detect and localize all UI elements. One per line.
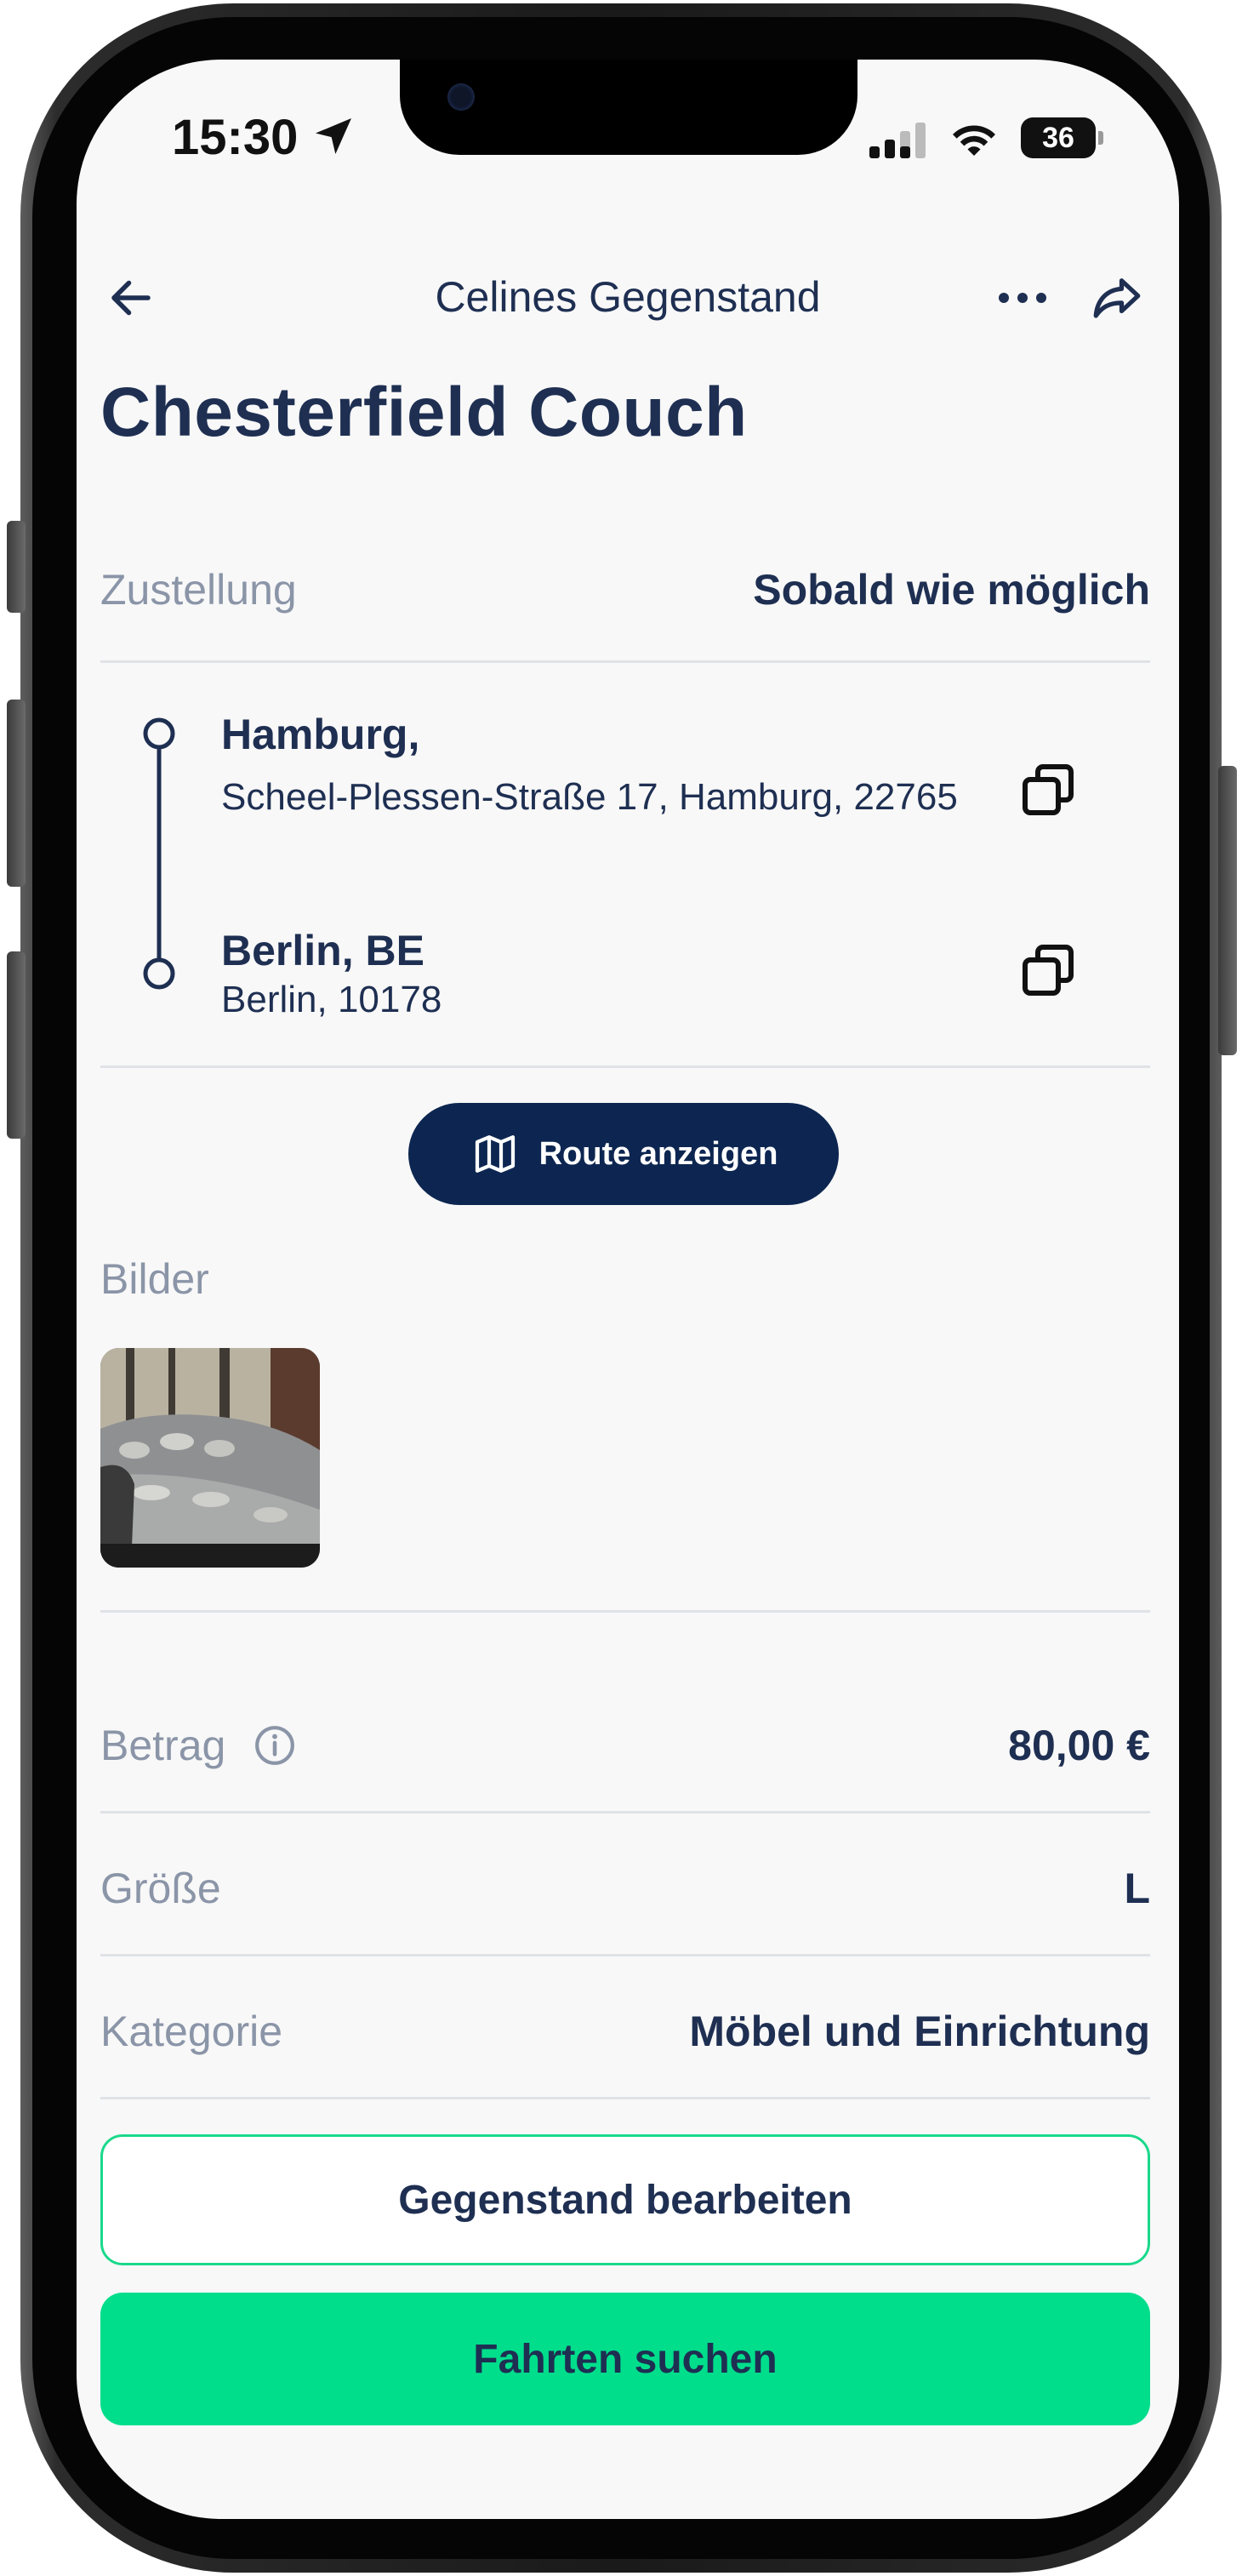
origin-city: Hamburg, [221, 711, 420, 758]
more-options-icon[interactable] [995, 283, 1050, 313]
share-icon[interactable] [1087, 269, 1147, 325]
info-icon[interactable] [254, 1724, 296, 1767]
divider [100, 660, 1150, 663]
side-button-volume-up [7, 700, 26, 887]
category-label: Kategorie [100, 2008, 283, 2055]
category-value: Möbel und Einrichtung [689, 2008, 1150, 2055]
side-button-power [1218, 766, 1237, 1055]
copy-icon[interactable] [1017, 759, 1079, 820]
item-image-thumbnail[interactable] [100, 1348, 320, 1568]
couch-photo [100, 1348, 320, 1568]
delivery-label: Zustellung [100, 566, 297, 614]
side-button-volume-down [7, 951, 26, 1139]
signal-icon [869, 123, 926, 158]
search-rides-label: Fahrten suchen [473, 2336, 778, 2382]
divider [100, 2097, 1150, 2099]
amount-label: Betrag [100, 1722, 226, 1769]
divider [100, 1065, 1150, 1068]
battery-icon: 36 [1021, 117, 1096, 158]
images-label: Bilder [100, 1255, 209, 1303]
delivery-value: Sobald wie möglich [753, 566, 1150, 614]
show-route-label: Route anzeigen [538, 1135, 778, 1172]
amount-value: 80,00 € [1008, 1722, 1150, 1769]
size-value: L [1124, 1865, 1150, 1912]
map-icon [475, 1135, 515, 1173]
route-timeline [143, 717, 175, 990]
size-label: Größe [100, 1865, 221, 1912]
status-time: 15:30 [172, 110, 299, 165]
wifi-icon [953, 125, 995, 156]
battery-level: 36 [1042, 121, 1074, 154]
edit-item-label: Gegenstand bearbeiten [398, 2177, 852, 2223]
divider [100, 1811, 1150, 1813]
phone-screen: 15:30 36 Celines Gegenstand Chesterfield… [77, 60, 1179, 2519]
divider [100, 1954, 1150, 1956]
show-route-button[interactable]: Route anzeigen [408, 1103, 839, 1205]
destination-address: Berlin, 10178 [221, 979, 442, 1020]
page-title: Chesterfield Couch [100, 374, 748, 451]
dynamic-notch [400, 60, 857, 155]
search-rides-button[interactable]: Fahrten suchen [100, 2293, 1150, 2425]
location-arrow-icon [316, 118, 351, 154]
origin-address: Scheel-Plessen-Straße 17, Hamburg, 22765 [221, 776, 958, 818]
destination-city: Berlin, BE [221, 927, 424, 974]
edit-item-button[interactable]: Gegenstand bearbeiten [100, 2134, 1150, 2265]
front-camera [447, 83, 475, 111]
divider [100, 1610, 1150, 1613]
copy-icon[interactable] [1017, 940, 1079, 1001]
battery-cap [1098, 131, 1103, 145]
side-button-mute [7, 521, 26, 613]
